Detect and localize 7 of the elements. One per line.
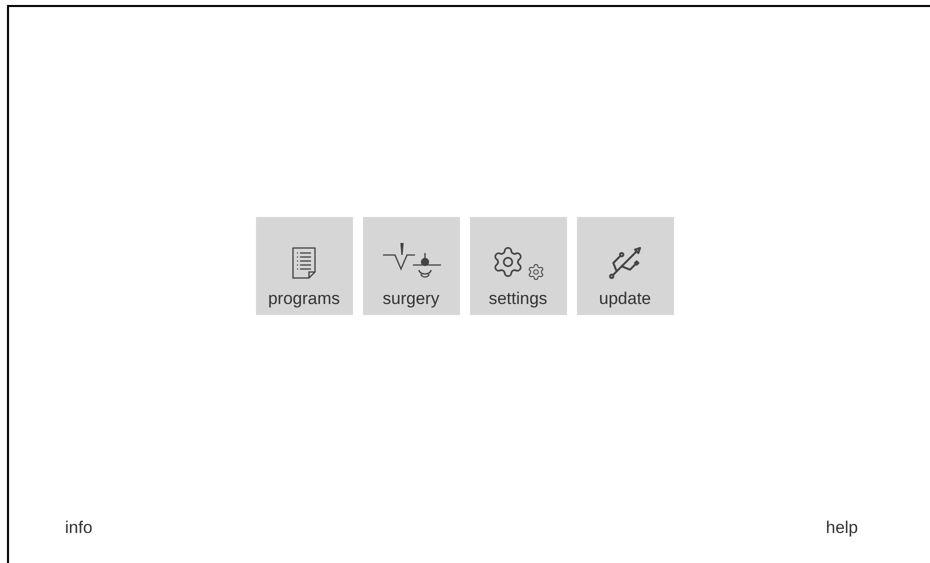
- menu-tile[interactable]: update: [576, 216, 674, 315]
- help-link[interactable]: help: [826, 514, 858, 540]
- menu-tile[interactable]: surgery: [362, 216, 460, 315]
- menu-tile[interactable]: programs: [256, 216, 352, 315]
- menu-tile[interactable]: settings: [470, 216, 566, 315]
- info-link[interactable]: info: [65, 514, 92, 540]
- document-list-icon: [292, 246, 316, 279]
